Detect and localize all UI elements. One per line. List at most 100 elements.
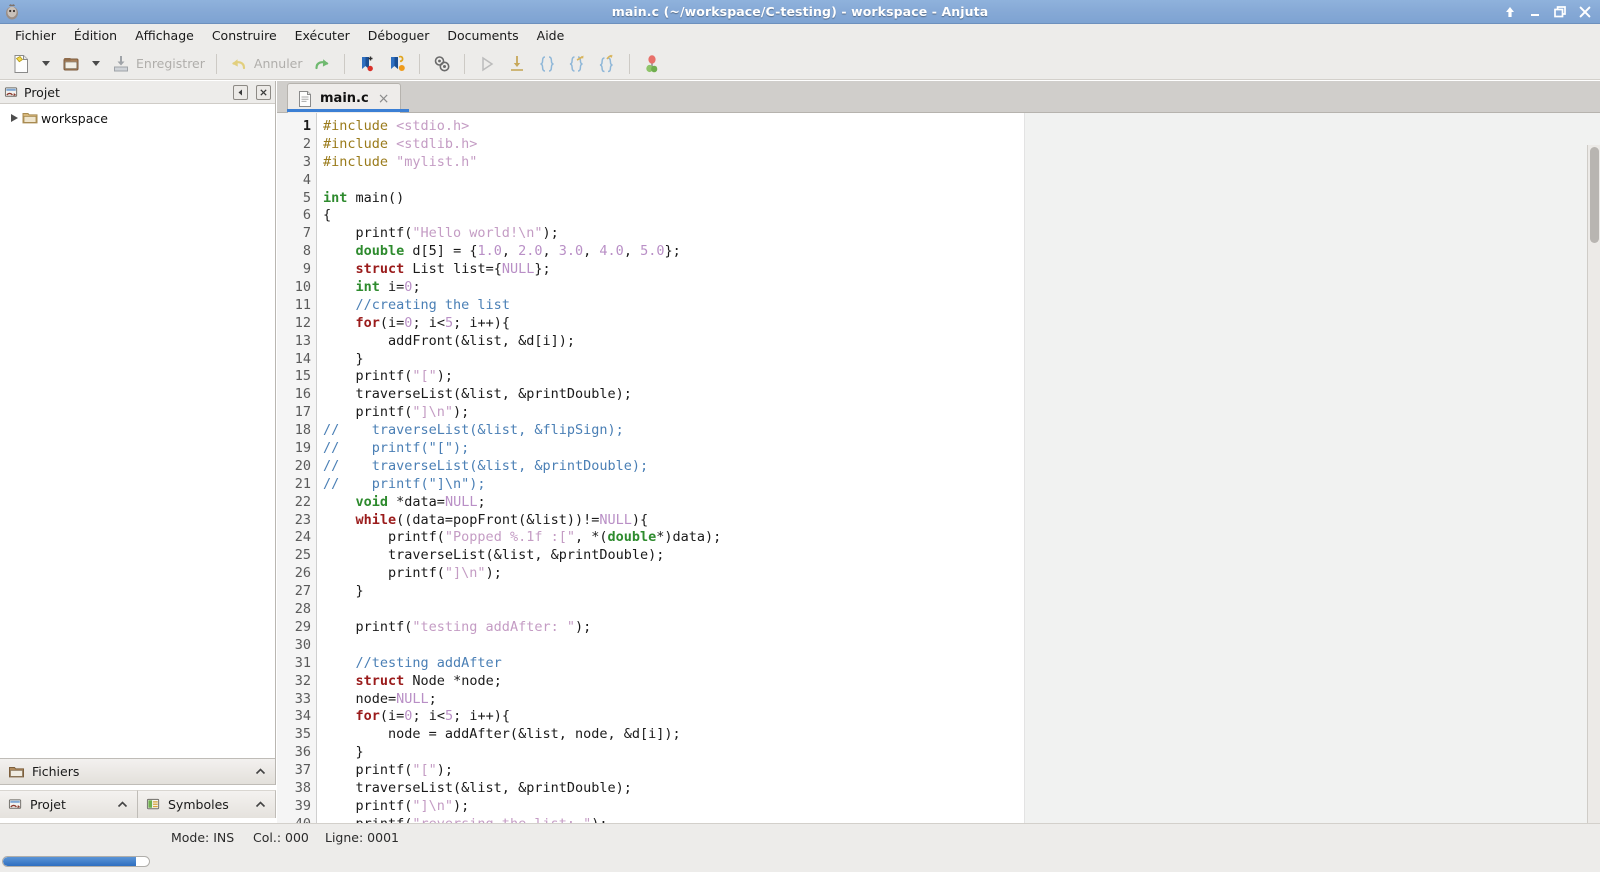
open-file-dropdown-caret[interactable] xyxy=(92,61,100,66)
code-line[interactable]: } xyxy=(323,351,1600,369)
step-next-button[interactable] xyxy=(592,50,622,78)
code-line[interactable] xyxy=(323,637,1600,655)
menu-documents[interactable]: Documents xyxy=(438,25,527,47)
chevron-up-icon[interactable] xyxy=(116,798,129,811)
code-line[interactable] xyxy=(323,601,1600,619)
sidebar-tab-projet[interactable]: Projet xyxy=(0,790,138,818)
undo-button[interactable]: Annuler xyxy=(224,50,307,78)
code-text[interactable]: #include <stdio.h> #include <stdlib.h> #in… xyxy=(317,113,1600,823)
code-line[interactable]: for(i=0; i<5; i++){ xyxy=(323,708,1600,726)
bookmark-add-button[interactable] xyxy=(352,50,382,78)
project-panel: Projet workspace Fichiers xyxy=(0,81,276,785)
menu-construire[interactable]: Construire xyxy=(203,25,286,47)
tree-item-workspace[interactable]: workspace xyxy=(0,108,275,128)
step-out-button[interactable] xyxy=(562,50,592,78)
code-line[interactable]: } xyxy=(323,583,1600,601)
close-panel-button[interactable] xyxy=(256,84,271,100)
code-line[interactable]: void *data=NULL; xyxy=(323,494,1600,512)
code-line[interactable]: printf("]\n"); xyxy=(323,565,1600,583)
code-line[interactable]: // traverseList(&list, &printDouble); xyxy=(323,458,1600,476)
code-line[interactable]: // printf("["); xyxy=(323,440,1600,458)
editor-tab-close-icon[interactable]: × xyxy=(378,92,390,106)
collapse-panel-button[interactable] xyxy=(233,84,248,100)
line-number: 32 xyxy=(294,672,311,689)
chevron-up-icon[interactable] xyxy=(254,765,267,778)
code-line[interactable]: for(i=0; i<5; i++){ xyxy=(323,315,1600,333)
code-line[interactable]: printf("testing addAfter: "); xyxy=(323,619,1600,637)
bookmark-find-button[interactable] xyxy=(382,50,412,78)
run-button[interactable] xyxy=(472,50,502,78)
code-line[interactable]: //testing addAfter xyxy=(323,655,1600,673)
save-button[interactable]: Enregistrer xyxy=(106,50,209,78)
code-line[interactable]: traverseList(&list, &printDouble); xyxy=(323,386,1600,404)
code-line[interactable]: printf("["); xyxy=(323,368,1600,386)
menu-aide[interactable]: Aide xyxy=(528,25,574,47)
code-line[interactable]: int i=0; xyxy=(323,279,1600,297)
code-editor[interactable]: 1 2 3 4 5 6 7 8 9 10 11 12 13 14 15 16 17 18 19 20 21 22 23 24 2… xyxy=(277,113,1600,823)
code-line[interactable]: // printf("]\n"); xyxy=(323,476,1600,494)
code-line[interactable]: struct Node *node; xyxy=(323,673,1600,691)
menu-deboguer[interactable]: Déboguer xyxy=(359,25,439,47)
line-number: 34 xyxy=(294,708,311,725)
project-tree[interactable]: workspace xyxy=(0,104,275,758)
step-braces-button[interactable] xyxy=(532,50,562,78)
code-line[interactable]: struct List list={NULL}; xyxy=(323,261,1600,279)
play-triangle-icon xyxy=(481,56,493,71)
menu-fichier[interactable]: Fichier xyxy=(6,25,65,47)
code-line[interactable]: printf("reversing the list: "); xyxy=(323,816,1600,823)
code-line[interactable]: //creating the list xyxy=(323,297,1600,315)
close-panel-icon xyxy=(260,88,267,96)
menu-executer[interactable]: Exécuter xyxy=(286,25,359,47)
sidebar-tab-symboles[interactable]: Symboles xyxy=(138,790,276,818)
toolbar-separator-2 xyxy=(343,53,345,74)
code-line[interactable] xyxy=(323,172,1600,190)
code-line[interactable]: printf("Popped %.1f :[", *(double*)data)… xyxy=(323,529,1600,547)
code-line[interactable]: // traverseList(&list, &flipSign); xyxy=(323,422,1600,440)
open-file-button[interactable] xyxy=(56,50,86,78)
close-button[interactable] xyxy=(1578,5,1592,19)
code-line[interactable]: printf("]\n"); xyxy=(323,404,1600,422)
save-button-label: Enregistrer xyxy=(136,56,205,71)
code-line[interactable]: while((data=popFront(&list))!=NULL){ xyxy=(323,512,1600,530)
line-number: 33 xyxy=(294,690,311,707)
menu-affichage[interactable]: Affichage xyxy=(126,25,203,47)
tree-item-label: workspace xyxy=(41,110,108,126)
code-line[interactable]: printf("]\n"); xyxy=(323,798,1600,816)
line-number: 25 xyxy=(294,547,311,564)
shade-button[interactable] xyxy=(1503,5,1517,19)
code-line[interactable]: addFront(&list, &d[i]); xyxy=(323,333,1600,351)
maximize-button[interactable] xyxy=(1553,5,1567,19)
code-line[interactable]: double d[5] = {1.0, 2.0, 3.0, 4.0, 5.0}; xyxy=(323,243,1600,261)
code-line[interactable]: int main() xyxy=(323,190,1600,208)
new-file-dropdown-caret[interactable] xyxy=(42,61,50,66)
code-line[interactable]: #include "mylist.h" xyxy=(323,154,1600,172)
toolbar-separator-5 xyxy=(628,53,630,74)
step-into-icon xyxy=(510,55,523,71)
code-line[interactable]: node=NULL; xyxy=(323,691,1600,709)
code-line[interactable]: traverseList(&list, &printDouble); xyxy=(323,780,1600,798)
line-number: 4 xyxy=(302,171,311,188)
code-line[interactable]: #include <stdio.h> xyxy=(323,118,1600,136)
new-file-button[interactable] xyxy=(6,50,36,78)
build-button[interactable] xyxy=(427,50,457,78)
minimize-button[interactable] xyxy=(1528,5,1542,19)
editor-vertical-scrollbar[interactable] xyxy=(1587,145,1600,823)
menu-edition[interactable]: Édition xyxy=(65,25,126,47)
line-number: 5 xyxy=(302,189,311,206)
files-expander[interactable]: Fichiers xyxy=(0,758,275,785)
step-into-button[interactable] xyxy=(502,50,532,78)
expander-triangle-icon[interactable] xyxy=(6,114,22,122)
code-line[interactable]: traverseList(&list, &printDouble); xyxy=(323,547,1600,565)
redo-button[interactable] xyxy=(307,50,337,78)
line-number: 38 xyxy=(294,779,311,796)
code-line[interactable]: #include <stdlib.h> xyxy=(323,136,1600,154)
code-line[interactable]: } xyxy=(323,744,1600,762)
scrollbar-thumb[interactable] xyxy=(1590,147,1599,243)
code-line[interactable]: printf("Hello world!\n"); xyxy=(323,225,1600,243)
stop-debug-button[interactable] xyxy=(637,50,667,78)
code-line[interactable]: { xyxy=(323,207,1600,225)
code-line[interactable]: printf("["); xyxy=(323,762,1600,780)
chevron-up-icon[interactable] xyxy=(254,798,267,811)
code-line[interactable]: node = addAfter(&list, node, &d[i]); xyxy=(323,726,1600,744)
save-icon xyxy=(114,55,128,71)
